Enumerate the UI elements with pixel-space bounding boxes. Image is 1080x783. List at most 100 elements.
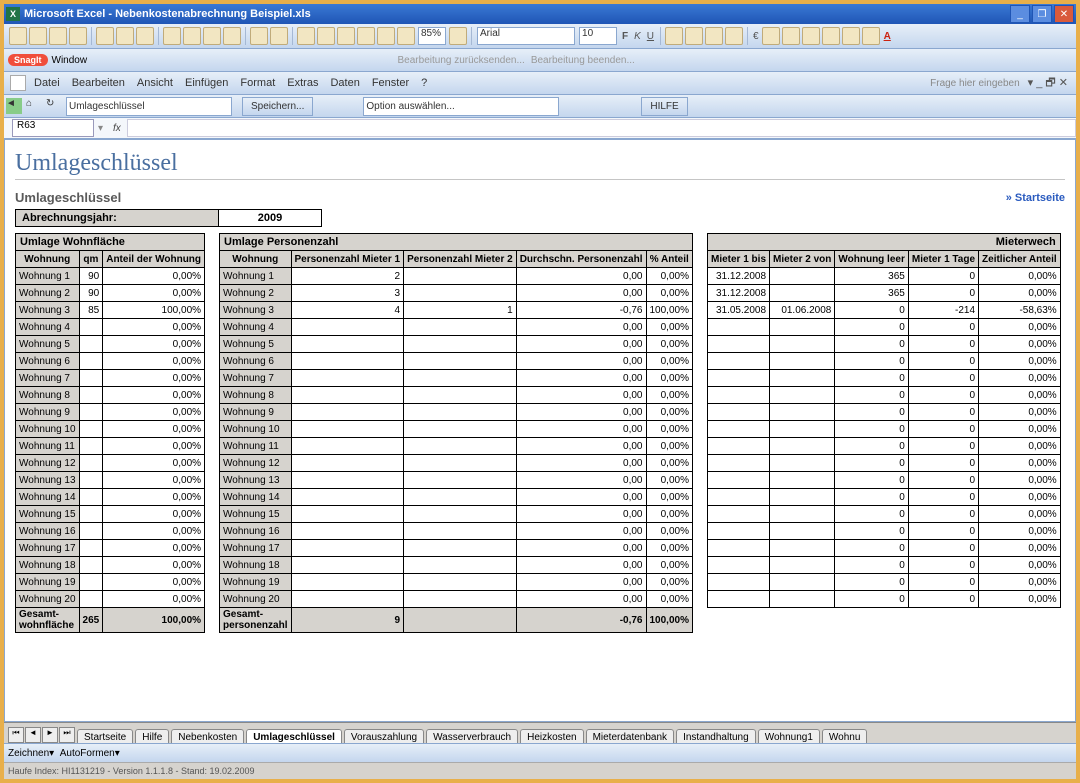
menu-daten[interactable]: Daten	[324, 77, 365, 89]
menu-format[interactable]: Format	[234, 77, 281, 89]
tab-next-button[interactable]: ►	[42, 727, 58, 743]
minimize-button[interactable]: _	[1010, 5, 1030, 23]
cell[interactable]	[707, 319, 769, 336]
table-row[interactable]: Wohnung 200,000,00%	[220, 591, 693, 608]
cell[interactable]: 0,00%	[103, 421, 205, 438]
cell[interactable]: 0	[908, 489, 978, 506]
dec-decimal-icon[interactable]	[822, 27, 840, 45]
cell[interactable]: Wohnung 3	[16, 302, 80, 319]
cell[interactable]: 365	[835, 285, 908, 302]
cell[interactable]	[291, 353, 404, 370]
cell[interactable]	[291, 404, 404, 421]
cell[interactable]: 90	[79, 268, 103, 285]
table-row[interactable]: Wohnung 140,00%	[16, 489, 205, 506]
cell[interactable]: 0,00%	[646, 489, 692, 506]
cell[interactable]	[770, 370, 835, 387]
cell[interactable]: Wohnung 18	[16, 557, 80, 574]
mail-icon[interactable]	[69, 27, 87, 45]
cell[interactable]	[770, 472, 835, 489]
cell[interactable]	[291, 506, 404, 523]
table-row[interactable]: Wohnung 120,000,00%	[220, 455, 693, 472]
cell[interactable]	[291, 472, 404, 489]
cell[interactable]	[707, 591, 769, 608]
cell[interactable]: 0	[835, 387, 908, 404]
maximize-button[interactable]: ❐	[1032, 5, 1052, 23]
cell[interactable]	[404, 472, 517, 489]
table-row[interactable]: Wohnung 100,000,00%	[220, 421, 693, 438]
cell[interactable]: 0,00%	[979, 285, 1061, 302]
cell[interactable]: 0,00	[516, 387, 646, 404]
cell[interactable]: 0	[835, 472, 908, 489]
cell[interactable]: 0,00	[516, 591, 646, 608]
help-icon[interactable]	[449, 27, 467, 45]
cell[interactable]	[770, 387, 835, 404]
cell[interactable]	[79, 591, 103, 608]
cell[interactable]: 0,00	[516, 421, 646, 438]
menu-einfügen[interactable]: Einfügen	[179, 77, 234, 89]
cell[interactable]	[291, 574, 404, 591]
cell[interactable]	[770, 489, 835, 506]
cell[interactable]	[707, 387, 769, 404]
cell[interactable]: Wohnung 18	[220, 557, 291, 574]
cell[interactable]	[79, 540, 103, 557]
cell[interactable]: 0,00	[516, 438, 646, 455]
table-row[interactable]: Wohnung 70,000,00%	[220, 370, 693, 387]
cell[interactable]: 0,00%	[646, 591, 692, 608]
table-row[interactable]: 000,00%	[707, 523, 1060, 540]
cell[interactable]: 100,00%	[646, 302, 692, 319]
table-row[interactable]: Wohnung 120,000,00%	[220, 268, 693, 285]
menu-extras[interactable]: Extras	[281, 77, 324, 89]
cell[interactable]: Wohnung 7	[220, 370, 291, 387]
cell[interactable]: 0	[835, 489, 908, 506]
cell[interactable]: Wohnung 16	[220, 523, 291, 540]
cell[interactable]	[770, 455, 835, 472]
cell[interactable]	[404, 336, 517, 353]
nav-option-dropdown[interactable]: Option auswählen...	[363, 97, 559, 116]
cell[interactable]: 0	[835, 302, 908, 319]
cell[interactable]	[404, 540, 517, 557]
cell[interactable]	[707, 472, 769, 489]
cell[interactable]	[770, 591, 835, 608]
autoshapes-menu[interactable]: AutoFormen	[60, 748, 115, 759]
cell[interactable]: 0	[908, 404, 978, 421]
cell[interactable]: 0	[908, 370, 978, 387]
cell[interactable]: Wohnung 8	[220, 387, 291, 404]
cell[interactable]	[770, 557, 835, 574]
table-row[interactable]: Wohnung 190,00%	[16, 574, 205, 591]
cell[interactable]: 0	[835, 591, 908, 608]
cell[interactable]: 0,00%	[979, 370, 1061, 387]
cell[interactable]: 0,00%	[103, 336, 205, 353]
cell[interactable]: 0,00%	[979, 591, 1061, 608]
cell[interactable]: Wohnung 2	[16, 285, 80, 302]
tab-first-button[interactable]: ⏮	[8, 727, 24, 743]
table-row[interactable]: Wohnung 50,000,00%	[220, 336, 693, 353]
cell[interactable]: 0,00%	[979, 557, 1061, 574]
cell[interactable]: 0,00%	[103, 285, 205, 302]
table-row[interactable]: Wohnung 110,00%	[16, 438, 205, 455]
table-row[interactable]: 000,00%	[707, 540, 1060, 557]
table-row[interactable]: Wohnung 100,00%	[16, 421, 205, 438]
merge-icon[interactable]	[725, 27, 743, 45]
cell[interactable]: 0,00%	[646, 319, 692, 336]
cell[interactable]	[404, 370, 517, 387]
cell[interactable]: 0	[908, 438, 978, 455]
cell[interactable]	[404, 319, 517, 336]
autosum-icon[interactable]	[317, 27, 335, 45]
cell[interactable]: 0,00%	[103, 591, 205, 608]
cell[interactable]: 0,00	[516, 489, 646, 506]
cell[interactable]: Wohnung 5	[16, 336, 80, 353]
cell[interactable]: 90	[79, 285, 103, 302]
snagit-mode-dropdown[interactable]: Window	[52, 55, 152, 66]
redo-icon[interactable]	[270, 27, 288, 45]
cell[interactable]: 2	[291, 268, 404, 285]
cell[interactable]: 0,00	[516, 557, 646, 574]
align-left-icon[interactable]	[665, 27, 683, 45]
drawing-icon[interactable]	[397, 27, 415, 45]
save-button[interactable]: Speichern...	[242, 97, 313, 116]
cell[interactable]: 0,00%	[103, 540, 205, 557]
table-row[interactable]: Wohnung 180,00%	[16, 557, 205, 574]
cell[interactable]: 01.06.2008	[770, 302, 835, 319]
tab-last-button[interactable]: ⏭	[59, 727, 75, 743]
cell[interactable]: 0,00%	[103, 523, 205, 540]
cell[interactable]	[291, 523, 404, 540]
